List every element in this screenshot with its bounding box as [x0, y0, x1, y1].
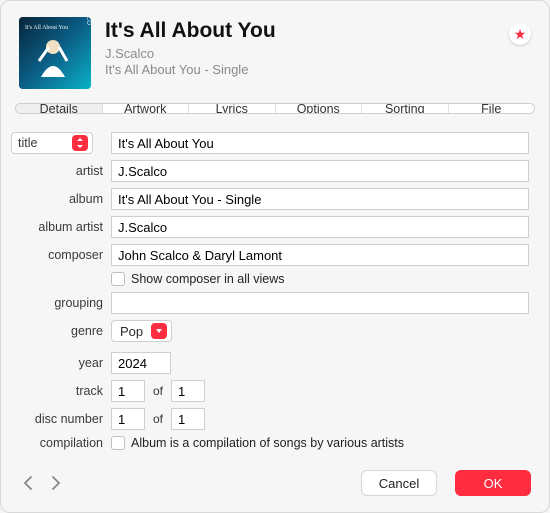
prev-button[interactable] [19, 472, 37, 494]
song-title: It's All About You [105, 19, 495, 42]
svg-text:J.SCALCO: J.SCALCO [85, 17, 91, 25]
artist-input[interactable] [111, 160, 529, 182]
disc-number-input[interactable] [111, 408, 145, 430]
disc-of-label: of [151, 412, 165, 426]
title-field-selector[interactable]: title [11, 132, 93, 154]
label-artist: artist [11, 164, 111, 178]
header: It's All About You J.SCALCO It's All Abo… [1, 1, 549, 103]
song-artist: J.Scalco [105, 46, 495, 61]
svg-text:It's All About You: It's All About You [25, 25, 68, 31]
label-disc: disc number [11, 412, 111, 426]
grouping-input[interactable] [111, 292, 529, 314]
title-selector-label: title [18, 136, 37, 150]
favorite-button[interactable]: ★ [509, 23, 531, 45]
label-grouping: grouping [11, 296, 111, 310]
footer: Cancel OK [1, 456, 549, 512]
song-album-line: It's All About You - Single [105, 62, 495, 77]
genre-select[interactable]: Pop [111, 320, 172, 342]
label-track: track [11, 384, 111, 398]
chevron-down-icon [151, 323, 167, 339]
next-button[interactable] [47, 472, 65, 494]
ok-button[interactable]: OK [455, 470, 531, 496]
label-album: album [11, 192, 111, 206]
tab-bar: Details Artwork Lyrics Options Sorting F… [15, 103, 535, 114]
star-icon: ★ [514, 27, 527, 41]
composer-input[interactable] [111, 244, 529, 266]
updown-icon [72, 135, 88, 151]
compilation-checkbox[interactable] [111, 436, 125, 450]
year-input[interactable] [111, 352, 171, 374]
tab-details[interactable]: Details [16, 104, 103, 113]
tab-lyrics[interactable]: Lyrics [189, 104, 276, 113]
tab-options[interactable]: Options [276, 104, 363, 113]
details-form: title artist album album artist composer… [1, 132, 549, 456]
disc-total-input[interactable] [171, 408, 205, 430]
label-composer: composer [11, 248, 111, 262]
tab-sorting[interactable]: Sorting [362, 104, 449, 113]
album-art: It's All About You J.SCALCO [19, 17, 91, 89]
tab-artwork[interactable]: Artwork [103, 104, 190, 113]
track-of-label: of [151, 384, 165, 398]
header-titles: It's All About You J.Scalco It's All Abo… [105, 17, 495, 77]
label-compilation: compilation [11, 436, 111, 450]
compilation-label: Album is a compilation of songs by vario… [131, 436, 404, 450]
track-total-input[interactable] [171, 380, 205, 402]
show-composer-label: Show composer in all views [131, 272, 285, 286]
show-composer-checkbox[interactable] [111, 272, 125, 286]
genre-value: Pop [120, 324, 143, 339]
album-input[interactable] [111, 188, 529, 210]
title-input[interactable] [111, 132, 529, 154]
album-artist-input[interactable] [111, 216, 529, 238]
label-album-artist: album artist [11, 220, 111, 234]
label-year: year [11, 356, 111, 370]
label-genre: genre [11, 324, 111, 338]
cancel-button[interactable]: Cancel [361, 470, 437, 496]
track-number-input[interactable] [111, 380, 145, 402]
tab-file[interactable]: File [449, 104, 535, 113]
